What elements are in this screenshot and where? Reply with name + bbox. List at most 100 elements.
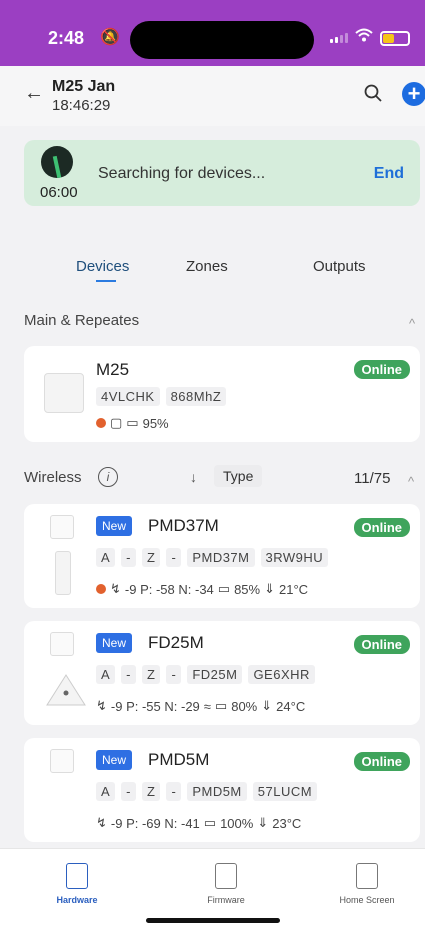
temperature-value: 21°C — [279, 581, 309, 597]
home-indicator — [146, 918, 280, 923]
status-bar: 2:48 🔕 — [0, 0, 425, 66]
device-card[interactable]: New PMD5M Online A - Z - PMD5M 57LUCM ↯ … — [24, 738, 420, 842]
search-message: Searching for devices... — [98, 165, 266, 182]
nav-firmware[interactable]: Firmware — [196, 863, 256, 905]
tab-outputs[interactable]: Outputs — [313, 258, 366, 275]
separator: - — [121, 782, 137, 801]
dynamic-island — [130, 21, 314, 59]
device-name: FD25M — [148, 633, 204, 652]
hub-image — [44, 373, 84, 413]
separator: - — [121, 665, 137, 684]
zone-chip: Z — [142, 548, 161, 567]
device-image — [46, 674, 86, 706]
device-image — [55, 551, 71, 595]
separator: - — [166, 665, 182, 684]
search-banner: 06:00 Searching for devices... End — [24, 140, 420, 206]
signal-strength-icon: ↯ — [96, 698, 107, 713]
chevron-up-icon[interactable]: ^ — [409, 316, 415, 331]
bell-off-icon: 🔕 — [100, 29, 120, 46]
search-timer: 06:00 — [40, 184, 78, 201]
zone-chip: Z — [142, 782, 161, 801]
battery-icon — [380, 31, 410, 46]
page-subtitle: 18:46:29 — [52, 97, 111, 114]
nav-home-screen[interactable]: Home Screen — [330, 863, 404, 905]
thermometer-icon: ⇓ — [257, 815, 269, 830]
wireless-section-title: Wireless — [24, 469, 82, 486]
battery-value: 100% — [220, 815, 254, 831]
motion-sensor-icon — [50, 515, 74, 539]
tab-devices[interactable]: Devices — [76, 258, 129, 275]
device-name: PMD37M — [148, 516, 219, 535]
add-icon[interactable]: + — [402, 82, 425, 106]
frequency-chip: 868MhZ — [165, 387, 227, 406]
new-badge: New — [96, 633, 133, 653]
status-badge: Online — [353, 635, 410, 654]
battery-small-icon: ▭ — [217, 581, 231, 596]
temperature-value: 24°C — [276, 698, 306, 714]
end-search-button[interactable]: End — [374, 165, 404, 183]
device-stats: ▢ ▭ 95% — [96, 415, 169, 431]
main-device-card[interactable]: M25 Online 4VLCHK 868MhZ ▢ ▭ 95% — [24, 346, 420, 442]
hardware-icon — [66, 863, 88, 889]
model-chip: PMD5M — [187, 782, 247, 801]
device-stats: ↯ -9 P: -58 N: -34 ▭ 85% ⇓ 21°C — [96, 581, 308, 597]
chevron-up-icon[interactable]: ^ — [408, 474, 414, 489]
battery-small-icon: ▭ — [203, 815, 217, 830]
page-title: M25 Jan — [52, 78, 116, 95]
battery-value: 85% — [234, 581, 261, 597]
sensor-icon — [50, 632, 74, 656]
device-id-chip: 3RW9HU — [260, 548, 329, 567]
signal-values: -9 P: -55 N: -29 — [110, 698, 200, 714]
new-badge: New — [96, 750, 133, 770]
device-chips: A - Z - FD25M GE6XHR — [96, 665, 315, 684]
nav-hardware[interactable]: Hardware — [52, 863, 102, 905]
status-badge: Online — [353, 518, 410, 537]
signal-values: -9 P: -58 N: -34 — [124, 581, 214, 597]
area-chip: A — [96, 548, 116, 567]
device-chips: A - Z - PMD37M 3RW9HU — [96, 548, 329, 567]
nav-label: Home Screen — [339, 895, 395, 905]
wifi-icon — [355, 27, 373, 47]
device-stats: ↯ -9 P: -69 N: -41 ▭ 100% ⇓ 23°C — [96, 815, 301, 831]
nav-label: Hardware — [56, 895, 98, 905]
type-filter-button[interactable]: Type — [214, 465, 263, 487]
status-badge: Online — [353, 360, 410, 379]
thermometer-icon: ⇓ — [261, 698, 273, 713]
battery-value: 80% — [231, 698, 258, 714]
signal-icon — [330, 33, 348, 43]
device-chips: 4VLCHK 868MhZ — [96, 387, 227, 406]
radar-icon — [41, 146, 73, 178]
signal-values: -9 P: -69 N: -41 — [110, 815, 200, 831]
device-name: M25 — [96, 360, 130, 379]
battery-value: 95% — [142, 415, 169, 431]
info-icon[interactable]: i — [98, 467, 118, 487]
device-stats: ↯ -9 P: -55 N: -29 ≈ ▭ 80% ⇓ 24°C — [96, 698, 305, 714]
battery-small-icon: ▭ — [214, 698, 228, 713]
device-chips: A - Z - PMD5M 57LUCM — [96, 782, 318, 801]
zone-chip: Z — [142, 665, 161, 684]
status-time: 2:48 — [48, 28, 85, 48]
sort-arrow-icon[interactable]: ↓ — [190, 469, 197, 485]
device-id-chip: 57LUCM — [252, 782, 318, 801]
area-chip: A — [96, 782, 116, 801]
app-header: ← M25 Jan 18:46:29 + — [0, 66, 425, 126]
signal-strength-icon: ↯ — [110, 581, 121, 596]
search-icon[interactable] — [364, 84, 382, 102]
device-id-chip: GE6XHR — [248, 665, 315, 684]
alert-dot-icon — [96, 584, 106, 594]
alert-dot-icon — [96, 418, 106, 428]
temperature-value: 23°C — [272, 815, 302, 831]
tab-zones[interactable]: Zones — [186, 258, 228, 275]
main-section-title: Main & Repeates — [24, 312, 140, 329]
device-card[interactable]: New PMD37M Online A - Z - PMD37M 3RW9HU … — [24, 504, 420, 608]
sensor-icon — [50, 749, 74, 773]
back-arrow-icon[interactable]: ← — [24, 82, 44, 105]
thermometer-icon: ⇓ — [264, 581, 276, 596]
device-card[interactable]: New FD25M Online A - Z - FD25M GE6XHR ↯ … — [24, 621, 420, 725]
model-chip: FD25M — [187, 665, 243, 684]
nav-label: Firmware — [207, 895, 245, 905]
signal-strength-icon: ↯ — [96, 815, 107, 830]
active-tab-indicator — [96, 280, 116, 282]
wifi-small-icon: ≈ — [203, 698, 211, 714]
tab-bar: Devices Zones Outputs — [0, 250, 425, 290]
